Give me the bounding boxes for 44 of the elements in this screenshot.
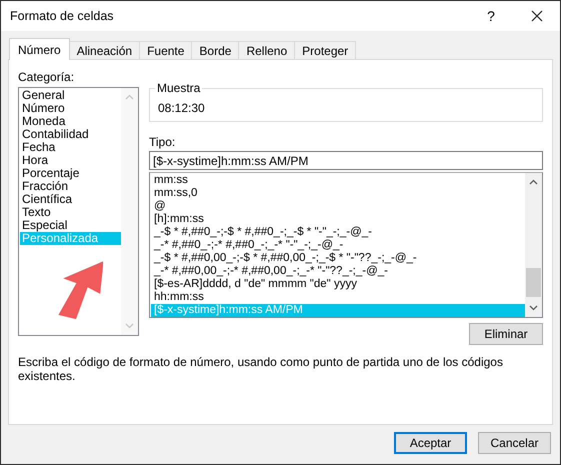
category-item[interactable]: Moneda <box>20 115 121 128</box>
scroll-down-icon <box>125 323 134 329</box>
scroll-up-icon <box>529 179 538 185</box>
tab[interactable]: Proteger <box>294 41 356 60</box>
window-title: Formato de celdas <box>10 9 115 23</box>
format-item[interactable]: [$-es-AR]dddd, d "de" mmmm "de" yyyy <box>151 278 525 291</box>
type-field[interactable]: [$-x-systime]h:mm:ss AM/PM <box>149 151 543 170</box>
category-list[interactable]: General Número Moneda Contabilidad Fecha Hora Porcentaje Fracción Científica Texto Especial Personalizada <box>18 87 139 336</box>
scroll-up-icon <box>125 94 134 100</box>
category-item[interactable]: Científica <box>20 193 121 206</box>
category-item[interactable]: Porcentaje <box>20 167 121 180</box>
category-item[interactable]: Hora <box>20 154 121 167</box>
tab[interactable]: Número <box>9 38 70 60</box>
dialog-button[interactable]: Aceptar <box>394 432 467 454</box>
category-label: Categoría: <box>18 70 76 85</box>
close-icon <box>531 10 543 22</box>
format-item[interactable]: _-* #,##0_-;-* #,##0_-;_-* "-"_-;_-@_- <box>151 239 525 252</box>
category-item[interactable]: Contabilidad <box>20 128 121 141</box>
scroll-down-icon <box>529 305 538 311</box>
sample-label: Muestra <box>155 81 202 95</box>
category-item[interactable]: Fecha <box>20 141 121 154</box>
format-item[interactable]: [h]:mm:ss <box>151 213 525 226</box>
help-button[interactable]: ? <box>468 1 514 31</box>
format-item[interactable]: _-$ * #,##0,00_-;-$ * #,##0,00_-;_-$ * "-"??_-;_-@_- <box>151 252 525 265</box>
category-item[interactable]: Especial <box>20 219 121 232</box>
format-item[interactable]: _-* #,##0,00_-;-* #,##0,00_-;_-* "-"??_-;_-@_- <box>151 265 525 278</box>
format-item[interactable]: @ <box>151 200 525 213</box>
description-text: Escriba el código de formato de número, usando como punto de partida uno de los códigos existentes. <box>18 355 504 383</box>
delete-button[interactable]: Eliminar <box>469 323 543 345</box>
category-item[interactable]: Fracción <box>20 180 121 193</box>
category-item[interactable]: General <box>20 89 121 102</box>
format-item[interactable]: hh:mm:ss <box>151 291 525 304</box>
scrollbar[interactable] <box>121 88 138 335</box>
category-item[interactable]: Texto <box>20 206 121 219</box>
category-item[interactable]: Número <box>20 102 121 115</box>
scrollbar[interactable] <box>525 173 542 317</box>
format-item[interactable]: _-$ * #,##0_-;-$ * #,##0_-;_-$ * "-"_-;_-@_- <box>151 226 525 239</box>
type-list[interactable] <box>149 172 543 318</box>
format-item[interactable]: mm:ss,0 <box>151 187 525 200</box>
scroll-thumb[interactable] <box>526 268 541 297</box>
type-label: Tipo: <box>149 135 176 150</box>
dialog-button[interactable]: Cancelar <box>478 432 551 454</box>
format-item[interactable]: mm:ss <box>151 174 525 187</box>
sample-value: 08:12:30 <box>158 101 205 115</box>
